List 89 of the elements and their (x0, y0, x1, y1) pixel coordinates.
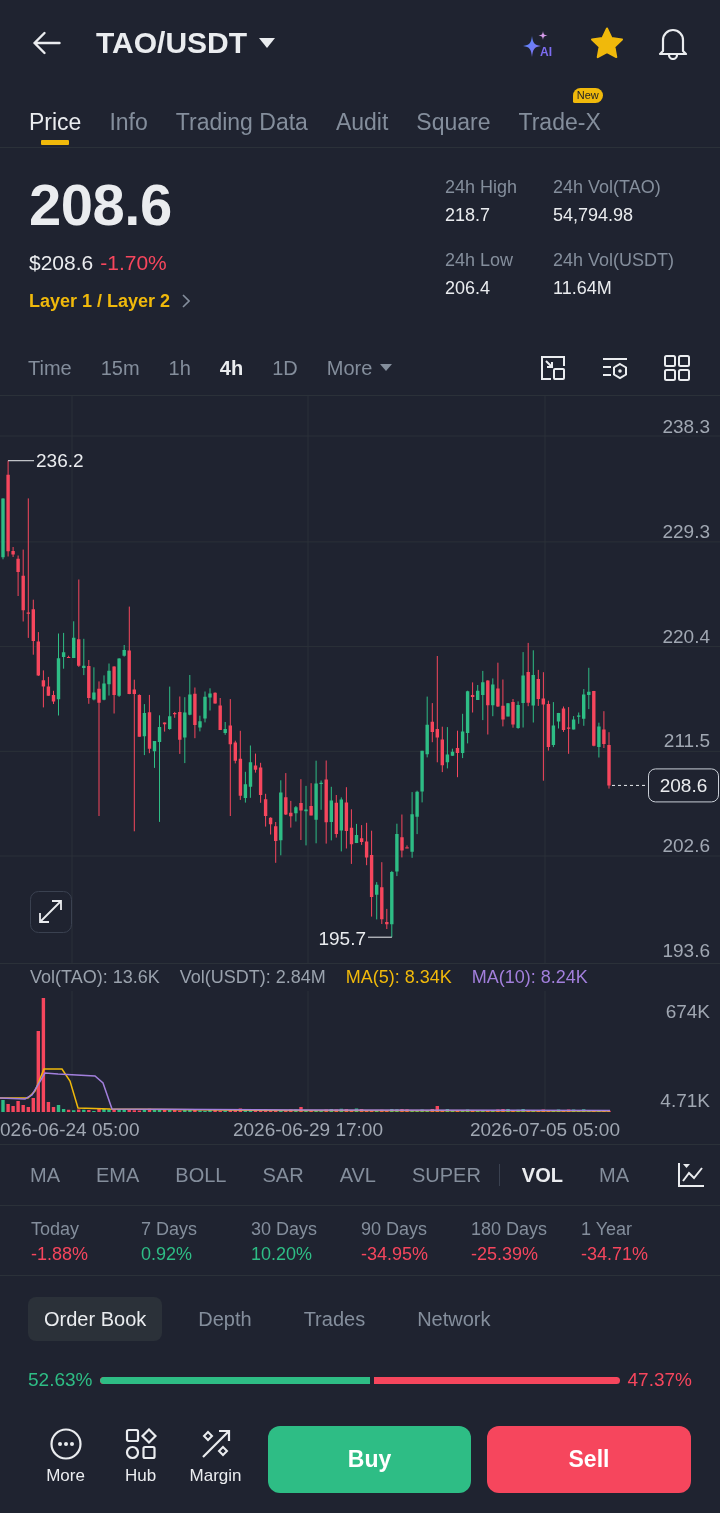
caret-icon (259, 37, 276, 48)
period-label: Today (31, 1218, 81, 1241)
shapes-grid-icon (124, 1428, 157, 1460)
interval-tab[interactable]: 4h (219, 355, 244, 381)
price-axis-label: 202.6 (662, 835, 710, 857)
more-icon (49, 1428, 82, 1460)
high-price-label: 236.2 (36, 450, 84, 472)
caret-icon (380, 364, 393, 372)
stat-label: 24h High (445, 176, 519, 199)
date-axis-label: 2026-07-05 05:00 (470, 1119, 620, 1140)
last-price-tag: 208.6 (648, 768, 719, 803)
date-axis-label: 2026-06-29 17:00 (233, 1119, 383, 1140)
low-price-label: 195.7 (318, 928, 366, 950)
period-change: -34.95% (361, 1243, 430, 1266)
grid-icon[interactable] (664, 355, 690, 381)
volume-axis-label: 674K (665, 1001, 710, 1022)
usd-price: $208.6 (29, 251, 94, 275)
price-change: -1.70% (100, 251, 167, 275)
date-axis-label: 026-06-24 05:00 (0, 1119, 140, 1140)
period-label: 180 Days (471, 1218, 549, 1241)
back-arrow-icon[interactable] (31, 30, 62, 55)
price-axis-label: 229.3 (662, 520, 710, 542)
stat-label: 24h Vol(USDT) (553, 249, 676, 272)
indicator-tab[interactable]: EMA (96, 1162, 140, 1188)
interval-tab[interactable]: 15m (100, 355, 140, 381)
period-change: 0.92% (141, 1243, 194, 1266)
pair-selector[interactable]: TAO/USDT (96, 24, 276, 61)
book-tab[interactable]: Trades (287, 1297, 382, 1341)
indicator-tab[interactable]: AVL (339, 1162, 376, 1188)
stat-value: 206.4 (445, 277, 492, 300)
period-change: 10.20% (251, 1243, 314, 1266)
interval-tab[interactable]: 1D (272, 355, 298, 381)
volume-legend-item: Vol(TAO): 13.6K (30, 966, 160, 989)
indicator-tab[interactable]: VOL (521, 1162, 563, 1188)
stat-label: 24h Vol(TAO) (553, 176, 662, 199)
book-tab[interactable]: Network (401, 1297, 507, 1341)
indicator-tab[interactable]: MA (599, 1162, 629, 1188)
square-arrow-icon[interactable] (540, 355, 566, 381)
period-change: -34.71% (581, 1243, 650, 1266)
leader-line (367, 936, 393, 938)
leader-line (7, 460, 35, 462)
expand-icon[interactable] (30, 891, 72, 933)
volume-legend-item: MA(5): 8.34K (345, 966, 452, 989)
price-axis-label: 220.4 (662, 625, 710, 647)
nav-button[interactable]: More (28, 1426, 103, 1486)
book-tab[interactable]: Depth (182, 1297, 268, 1341)
price-axis-label: 193.6 (662, 940, 710, 961)
period-label: 90 Days (361, 1218, 429, 1241)
book-tab[interactable]: Order Book (28, 1297, 163, 1341)
line-chart-icon[interactable] (677, 1162, 705, 1188)
page-tab[interactable]: Price (29, 85, 82, 146)
volume-axis-label: 4.71K (660, 1090, 710, 1111)
volume-legend-item: MA(10): 8.24K (471, 966, 588, 989)
interval-tab[interactable]: Time (28, 355, 72, 381)
trade-button[interactable]: Sell (487, 1426, 691, 1493)
stat-value: 11.64M (553, 277, 613, 300)
interval-tab[interactable]: More (326, 355, 393, 381)
nav-button[interactable]: Margin (178, 1426, 253, 1486)
new-badge: New (572, 88, 603, 103)
chevron-right-icon (182, 294, 191, 308)
indicator-tab[interactable]: SAR (262, 1162, 304, 1188)
period-label: 7 Days (141, 1218, 199, 1241)
nav-button[interactable]: Hub (103, 1426, 178, 1486)
interval-tab[interactable]: 1h (168, 355, 191, 381)
stat-value: 54,794.98 (553, 204, 635, 227)
page-tab[interactable]: Square (416, 85, 491, 146)
ai-assistant-button[interactable]: AI (521, 26, 552, 59)
page-tab[interactable]: Info (109, 85, 148, 146)
page-tab[interactable]: Trading Data (175, 85, 308, 146)
price-axis-label: 238.3 (662, 416, 710, 437)
trade-button[interactable]: Buy (268, 1426, 471, 1493)
stat-value: 218.7 (445, 204, 492, 227)
page-tab[interactable]: Audit (335, 85, 389, 146)
list-hexagon-icon[interactable] (602, 355, 628, 381)
stat-label: 24h Low (445, 249, 515, 272)
star-icon[interactable] (590, 26, 624, 59)
period-change: -25.39% (471, 1243, 540, 1266)
indicator-tab[interactable]: MA (30, 1162, 60, 1188)
sell-ratio: 47.37% (627, 1368, 692, 1392)
volume-legend-item: Vol(USDT): 2.84M (179, 966, 326, 989)
price-axis-label: 211.5 (663, 730, 710, 752)
indicator-tab[interactable]: BOLL (175, 1162, 227, 1188)
last-price: 208.6 (29, 175, 173, 235)
sector-link[interactable]: Layer 1 / Layer 2 (29, 289, 191, 313)
period-label: 30 Days (251, 1218, 319, 1241)
indicator-tab[interactable]: SUPER (411, 1162, 481, 1188)
period-change: -1.88% (31, 1243, 90, 1266)
period-label: 1 Year (581, 1218, 634, 1241)
buy-ratio: 52.63% (28, 1368, 93, 1392)
